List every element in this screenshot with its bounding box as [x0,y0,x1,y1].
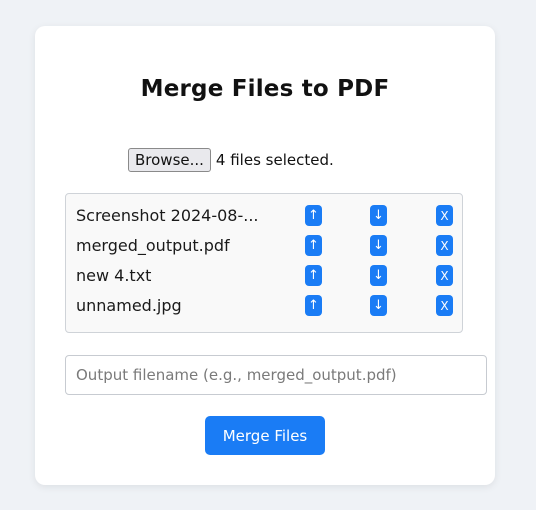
output-filename-input[interactable] [65,355,487,395]
remove-button[interactable]: X [436,235,453,256]
merge-card: Merge Files to PDF Browse... 4 files sel… [35,26,495,485]
file-name: unnamed.jpg [76,296,182,315]
file-name: merged_output.pdf [76,236,230,255]
move-down-button[interactable]: ↓ [370,295,387,316]
list-item: unnamed.jpg ↑ ↓ X [66,292,464,322]
file-picker: Browse... 4 files selected. [128,148,334,172]
move-down-button[interactable]: ↓ [370,205,387,226]
remove-button[interactable]: X [436,265,453,286]
move-down-button[interactable]: ↓ [370,265,387,286]
file-name: new 4.txt [76,266,152,285]
list-item: new 4.txt ↑ ↓ X [66,262,464,292]
file-list: Screenshot 2024-08-... ↑ ↓ X merged_outp… [65,193,463,333]
move-up-button[interactable]: ↑ [305,235,322,256]
remove-button[interactable]: X [436,205,453,226]
remove-button[interactable]: X [436,295,453,316]
list-item: merged_output.pdf ↑ ↓ X [66,232,464,262]
move-up-button[interactable]: ↑ [305,265,322,286]
page-title: Merge Files to PDF [140,76,390,102]
move-up-button[interactable]: ↑ [305,205,322,226]
merge-files-button[interactable]: Merge Files [205,416,325,455]
list-item: Screenshot 2024-08-... ↑ ↓ X [66,202,464,232]
file-name: Screenshot 2024-08-... [76,206,259,225]
move-down-button[interactable]: ↓ [370,235,387,256]
move-up-button[interactable]: ↑ [305,295,322,316]
file-selection-status: 4 files selected. [215,151,334,169]
browse-button[interactable]: Browse... [128,148,211,172]
